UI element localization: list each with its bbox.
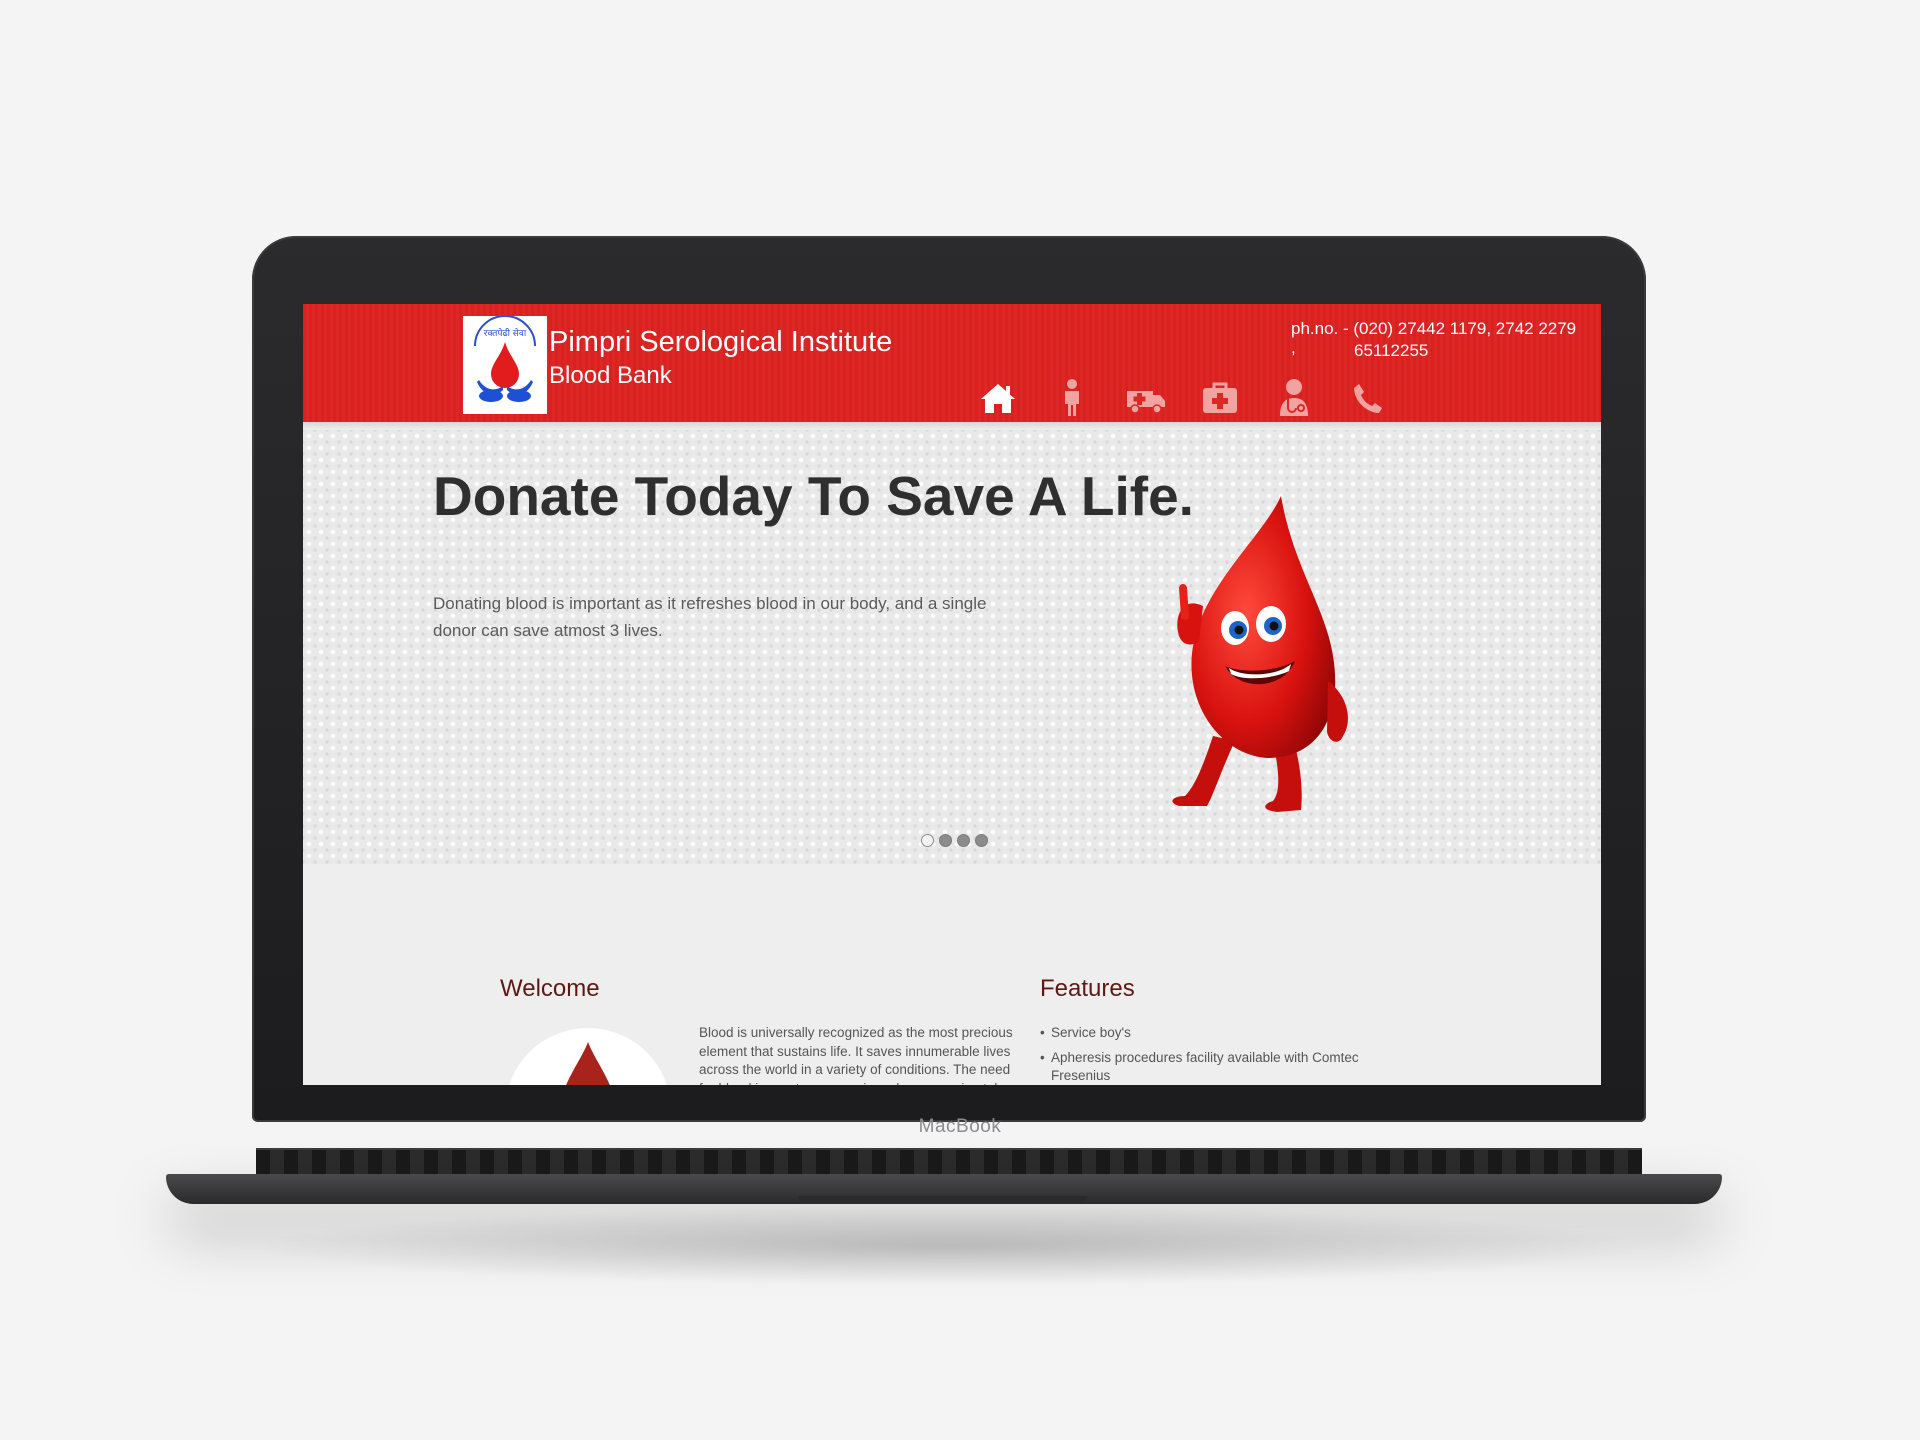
nav-ambulance[interactable] bbox=[1123, 378, 1169, 418]
nav-home[interactable] bbox=[975, 378, 1021, 418]
site-logo[interactable]: रक्तपेढी सेवा bbox=[463, 315, 547, 414]
welcome-image bbox=[505, 1028, 671, 1085]
site-subtitle: Blood Bank bbox=[549, 362, 672, 389]
nav-services[interactable] bbox=[1197, 378, 1243, 418]
doctor-icon bbox=[1280, 379, 1308, 416]
site-title: Pimpri Serological Institute bbox=[549, 326, 893, 358]
feature-item: Apheresis procedures facility available … bbox=[1040, 1049, 1380, 1086]
phone-number-alt: 65112255 bbox=[1354, 341, 1429, 360]
blood-drop-icon bbox=[566, 1042, 610, 1085]
laptop-screen: रक्तपेढी सेवा Pimpri Serological Institu… bbox=[303, 304, 1601, 1085]
hero-title: Donate Today To Save A Life. bbox=[433, 465, 1194, 527]
slider-dot-3[interactable] bbox=[957, 834, 970, 847]
laptop-keyboard-edge bbox=[256, 1148, 1642, 1176]
phone-separator: , bbox=[1291, 338, 1296, 357]
hero-slider: Donate Today To Save A Life. Donating bl… bbox=[303, 430, 1601, 864]
slider-dot-4[interactable] bbox=[975, 834, 988, 847]
nav-contact[interactable] bbox=[1345, 378, 1391, 418]
blood-drop-logo-icon: रक्तपेढी सेवा bbox=[474, 315, 536, 402]
laptop-notch bbox=[798, 1196, 1088, 1202]
first-aid-kit-icon bbox=[1203, 382, 1237, 413]
hero-text: Donating blood is important as it refres… bbox=[433, 594, 987, 640]
phone-numbers: ph.no. - (020) 27442 1179, 2742 2279 bbox=[1291, 319, 1577, 338]
person-icon bbox=[1065, 379, 1079, 416]
laptop-brand-label: MacBook bbox=[918, 1116, 1002, 1137]
phone-icon bbox=[1354, 384, 1382, 413]
slider-dot-2[interactable] bbox=[939, 834, 952, 847]
logo-text: रक्तपेढी सेवा bbox=[484, 327, 527, 339]
laptop-shadow bbox=[250, 1206, 1650, 1286]
welcome-text: Blood is universally recognized as the m… bbox=[699, 1025, 1013, 1085]
nav-doctors[interactable] bbox=[1271, 378, 1317, 418]
features-list: Service boy's Apheresis procedures facil… bbox=[1040, 1024, 1380, 1085]
welcome-heading: Welcome bbox=[500, 975, 600, 1002]
slider-dot-1[interactable] bbox=[921, 834, 934, 847]
feature-item: Service boy's bbox=[1040, 1024, 1380, 1043]
site-header: रक्तपेढी सेवा Pimpri Serological Institu… bbox=[303, 304, 1601, 422]
nav-donor[interactable] bbox=[1049, 378, 1095, 418]
ambulance-icon bbox=[1127, 391, 1165, 414]
blood-drop-mascot-image bbox=[1172, 496, 1348, 812]
header-divider bbox=[303, 422, 1601, 430]
features-heading: Features bbox=[1040, 975, 1135, 1002]
home-icon bbox=[981, 384, 1015, 413]
